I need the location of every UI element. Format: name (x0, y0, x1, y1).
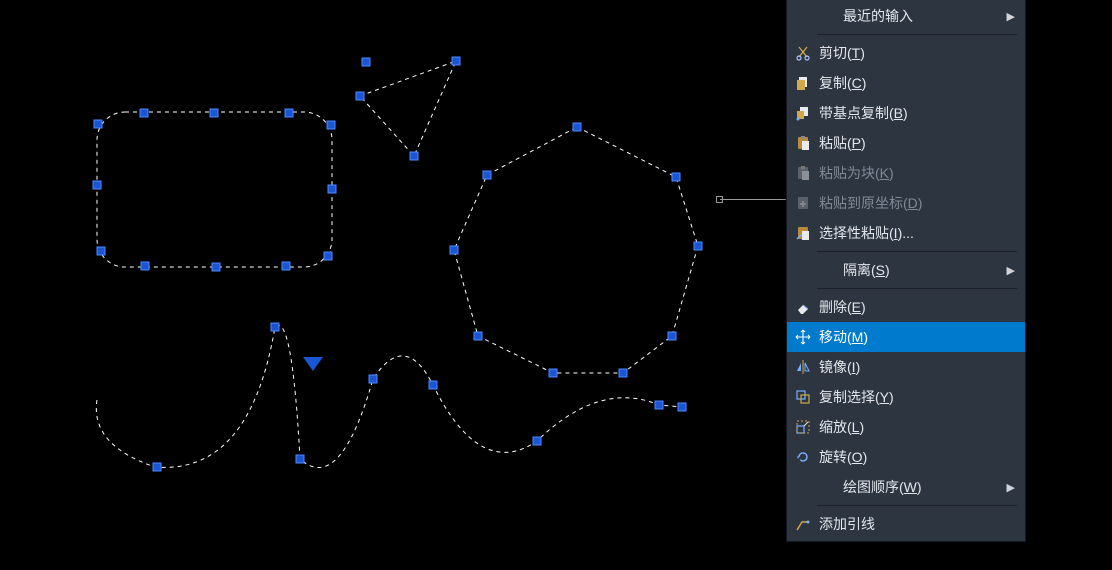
menu-item-label: 旋转(O) (815, 447, 1015, 467)
selection-grip[interactable] (483, 171, 492, 180)
copy-base-icon (791, 101, 815, 125)
selection-grip[interactable] (573, 123, 582, 132)
selection-grip[interactable] (362, 58, 371, 67)
menu-item-label: 粘贴(P) (815, 133, 1015, 153)
menu-item-带基点复制[interactable]: 带基点复制(B) (787, 98, 1025, 128)
submenu-arrow-icon: ▶ (1005, 481, 1015, 494)
menu-item-label: 添加引线 (815, 514, 1015, 534)
menu-item-label: 带基点复制(B) (815, 103, 1015, 123)
isolate-icon (791, 258, 815, 282)
menu-item-复制[interactable]: 复制(C) (787, 68, 1025, 98)
selection-grip[interactable] (452, 57, 461, 66)
selection-grip[interactable] (356, 92, 365, 101)
scale-icon (791, 415, 815, 439)
selection-grip[interactable] (549, 369, 558, 378)
selection-grip[interactable] (140, 109, 149, 118)
selection-grip[interactable] (450, 246, 459, 255)
menu-item-隔离[interactable]: 隔离(S)▶ (787, 255, 1025, 285)
selection-grip[interactable] (533, 437, 542, 446)
selection-grip[interactable] (619, 369, 628, 378)
selection-grip[interactable] (410, 152, 419, 161)
selection-grip[interactable] (672, 173, 681, 182)
selection-grip[interactable] (97, 247, 106, 256)
submenu-arrow-icon: ▶ (1005, 10, 1015, 23)
selection-grip[interactable] (93, 181, 102, 190)
selection-grip[interactable] (271, 323, 280, 332)
erase-icon (791, 295, 815, 319)
cut-icon (791, 41, 815, 65)
menu-connector (720, 199, 786, 200)
menu-separator (817, 251, 1017, 252)
selection-grip[interactable] (694, 242, 703, 251)
draworder-icon (791, 475, 815, 499)
menu-item-label: 剪切(T) (815, 43, 1015, 63)
menu-separator (817, 288, 1017, 289)
menu-item-移动[interactable]: 移动(M) (787, 322, 1025, 352)
drawing-canvas[interactable] (0, 0, 786, 570)
selection-grip[interactable] (474, 332, 483, 341)
menu-item-label: 粘贴为块(K) (815, 163, 1015, 183)
selection-grip[interactable] (328, 185, 337, 194)
copy-sel-icon (791, 385, 815, 409)
menu-item-删除[interactable]: 删除(E) (787, 292, 1025, 322)
selection-grip[interactable] (369, 375, 378, 384)
direction-grip-icon[interactable] (303, 357, 323, 371)
menu-item-label: 选择性粘贴(I)... (815, 223, 1015, 243)
mirror-icon (791, 355, 815, 379)
menu-item-复制选择[interactable]: 复制选择(Y) (787, 382, 1025, 412)
menu-item-粘贴[interactable]: 粘贴(P) (787, 128, 1025, 158)
selection-grip[interactable] (210, 109, 219, 118)
menu-item-label: 删除(E) (815, 297, 1015, 317)
menu-item-旋转[interactable]: 旋转(O) (787, 442, 1025, 472)
selection-grip[interactable] (296, 455, 305, 464)
paste-block-icon (791, 161, 815, 185)
rotate-icon (791, 445, 815, 469)
paste-orig-icon (791, 191, 815, 215)
menu-item-label: 粘贴到原坐标(D) (815, 193, 1015, 213)
leader-icon (791, 512, 815, 536)
menu-item-缩放[interactable]: 缩放(L) (787, 412, 1025, 442)
paste-special-icon (791, 221, 815, 245)
menu-item-镜像[interactable]: 镜像(I) (787, 352, 1025, 382)
selection-grip[interactable] (327, 121, 336, 130)
selection-grip[interactable] (153, 463, 162, 472)
menu-item-label: 移动(M) (815, 327, 1015, 347)
menu-item-label: 镜像(I) (815, 357, 1015, 377)
submenu-arrow-icon: ▶ (1005, 264, 1015, 277)
selection-grip[interactable] (212, 263, 221, 272)
selection-grip[interactable] (429, 381, 438, 390)
move-icon (791, 325, 815, 349)
context-menu: 最近的输入▶剪切(T)复制(C)带基点复制(B)粘贴(P)粘贴为块(K)粘贴到原… (786, 0, 1026, 542)
paste-icon (791, 131, 815, 155)
copy-icon (791, 71, 815, 95)
selection-grip[interactable] (282, 262, 291, 271)
menu-item-label: 复制选择(Y) (815, 387, 1015, 407)
selection-grip[interactable] (324, 252, 333, 261)
selection-grip[interactable] (285, 109, 294, 118)
menu-item-粘贴为块: 粘贴为块(K) (787, 158, 1025, 188)
menu-item-绘图顺序[interactable]: 绘图顺序(W)▶ (787, 472, 1025, 502)
selection-grip[interactable] (668, 332, 677, 341)
menu-item-添加引线[interactable]: 添加引线 (787, 509, 1025, 539)
menu-separator (817, 34, 1017, 35)
selection-grip[interactable] (655, 401, 664, 410)
menu-item-label: 隔离(S) (815, 260, 1005, 280)
menu-item-粘贴到原坐标: 粘贴到原坐标(D) (787, 188, 1025, 218)
menu-item-label: 复制(C) (815, 73, 1015, 93)
menu-item-label: 绘图顺序(W) (815, 477, 1005, 497)
selection-grip[interactable] (678, 403, 687, 412)
menu-item-剪切[interactable]: 剪切(T) (787, 38, 1025, 68)
menu-item-最近的输入[interactable]: 最近的输入▶ (787, 1, 1025, 31)
menu-item-label: 最近的输入 (815, 6, 1005, 26)
recent-icon (791, 4, 815, 28)
menu-item-label: 缩放(L) (815, 417, 1015, 437)
selection-grip[interactable] (141, 262, 150, 271)
menu-separator (817, 505, 1017, 506)
menu-item-选择性粘贴[interactable]: 选择性粘贴(I)... (787, 218, 1025, 248)
selection-grip[interactable] (94, 120, 103, 129)
